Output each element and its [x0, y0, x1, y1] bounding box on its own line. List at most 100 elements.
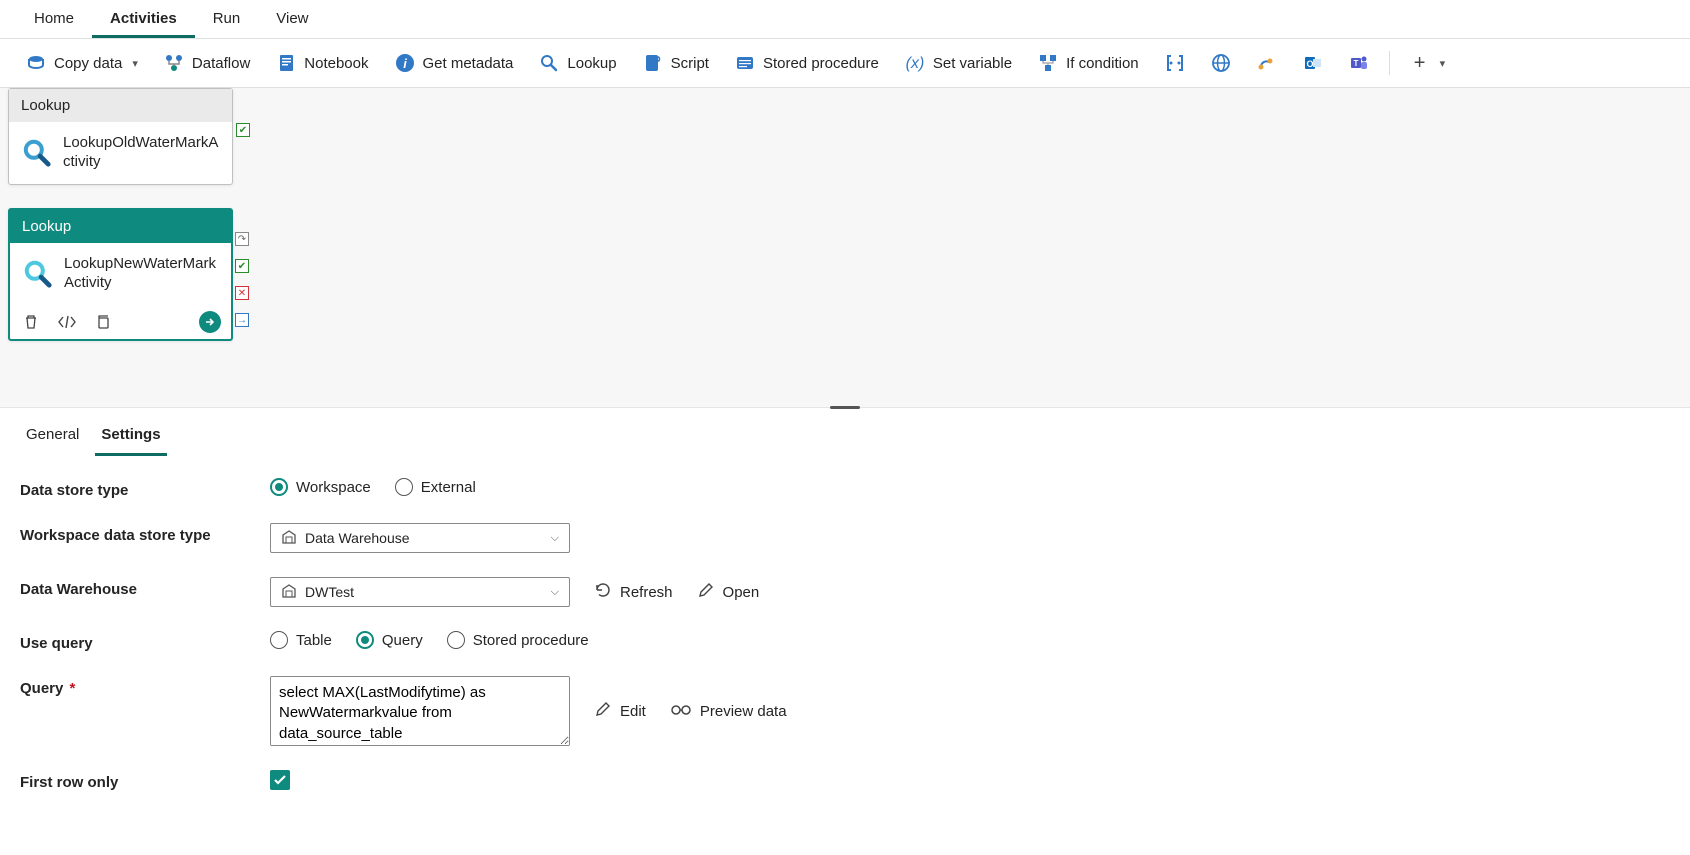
radio-query-label: Query	[382, 632, 423, 649]
notebook-icon	[276, 53, 296, 73]
select-value: DWTest	[305, 584, 354, 600]
script-icon	[643, 53, 663, 73]
svg-text:O: O	[1306, 59, 1313, 69]
code-icon[interactable]	[56, 311, 78, 333]
preview-label: Preview data	[700, 703, 787, 720]
activities-toolbar: Copy data ▾ Dataflow Notebook i Get meta…	[0, 39, 1690, 88]
top-tab-activities[interactable]: Activities	[92, 0, 195, 38]
dataflow-label: Dataflow	[192, 55, 250, 72]
tool-extra-3[interactable]	[1247, 47, 1287, 79]
add-activity-button[interactable]: + ▾	[1400, 47, 1456, 79]
lookup-button[interactable]: Lookup	[529, 47, 626, 79]
lookup-icon	[22, 258, 54, 290]
dataflow-button[interactable]: Dataflow	[154, 47, 260, 79]
tool-extra-2[interactable]	[1201, 47, 1241, 79]
edit-button[interactable]: Edit	[594, 700, 646, 722]
refresh-icon	[594, 581, 612, 603]
radio-table-label: Table	[296, 632, 332, 649]
if-condition-button[interactable]: If condition	[1028, 47, 1149, 79]
get-metadata-button[interactable]: i Get metadata	[385, 47, 524, 79]
top-tab-bar: Home Activities Run View	[0, 0, 1690, 39]
settings-form: Data store type Workspace External Works…	[0, 456, 1690, 855]
copy-icon[interactable]	[92, 311, 114, 333]
handle-success[interactable]: ✔	[235, 259, 249, 273]
pencil-icon	[697, 581, 715, 603]
tool-extra-4[interactable]: O	[1293, 47, 1333, 79]
script-button[interactable]: Script	[633, 47, 719, 79]
globe-icon	[1211, 53, 1231, 73]
chevron-down-icon: ⌵	[551, 586, 559, 599]
stored-procedure-button[interactable]: Stored procedure	[725, 47, 889, 79]
handle-completion[interactable]: →	[235, 313, 249, 327]
delete-icon[interactable]	[20, 311, 42, 333]
get-metadata-label: Get metadata	[423, 55, 514, 72]
top-tab-run[interactable]: Run	[195, 0, 259, 38]
label-data-store-type: Data store type	[20, 478, 270, 499]
chevron-down-icon: ▾	[1440, 57, 1446, 70]
activity-name: LookupOldWaterMarkActivity	[63, 134, 220, 172]
radio-sp-label: Stored procedure	[473, 632, 589, 649]
copy-data-icon	[26, 53, 46, 73]
pipeline-canvas[interactable]: Lookup LookupOldWaterMarkActivity ✔ Look…	[0, 88, 1690, 408]
label-query: Query *	[20, 676, 270, 697]
glasses-icon	[670, 702, 692, 720]
activity-lookup-old[interactable]: Lookup LookupOldWaterMarkActivity ✔	[8, 88, 233, 185]
open-label: Open	[723, 584, 760, 601]
top-tab-view[interactable]: View	[258, 0, 326, 38]
lookup-label: Lookup	[567, 55, 616, 72]
radio-external[interactable]: External	[395, 478, 476, 496]
run-icon[interactable]	[199, 311, 221, 333]
preview-data-button[interactable]: Preview data	[670, 702, 787, 720]
checkbox-first-row-only[interactable]	[270, 770, 290, 790]
if-condition-icon	[1038, 53, 1058, 73]
detail-tab-bar: General Settings	[0, 408, 1690, 456]
tool-extra-1[interactable]	[1155, 47, 1195, 79]
toolbar-divider	[1389, 51, 1390, 75]
handle-skip[interactable]: ↷	[235, 232, 249, 246]
label-use-query: Use query	[20, 631, 270, 652]
detail-tab-general[interactable]: General	[20, 420, 85, 456]
copy-data-label: Copy data	[54, 55, 122, 72]
set-variable-button[interactable]: (x) Set variable	[895, 47, 1022, 79]
svg-text:(x): (x)	[906, 55, 925, 72]
radio-table[interactable]: Table	[270, 631, 332, 649]
chevron-down-icon: ▾	[132, 57, 138, 70]
query-textarea[interactable]	[270, 676, 570, 746]
notebook-button[interactable]: Notebook	[266, 47, 378, 79]
select-value: Data Warehouse	[305, 530, 410, 546]
variable-icon: (x)	[905, 53, 925, 73]
activity-name: LookupNewWaterMarkActivity	[64, 255, 219, 293]
dataflow-icon	[164, 53, 184, 73]
copy-data-button[interactable]: Copy data ▾	[16, 47, 148, 79]
handle-success[interactable]: ✔	[236, 123, 250, 137]
radio-workspace-label: Workspace	[296, 479, 371, 496]
edit-label: Edit	[620, 703, 646, 720]
refresh-button[interactable]: Refresh	[594, 581, 673, 603]
activity-type-label: Lookup	[10, 210, 231, 243]
panel-resize-handle[interactable]	[830, 406, 860, 409]
select-ws-data-store-type[interactable]: Data Warehouse ⌵	[270, 523, 570, 553]
webhook-icon	[1257, 53, 1277, 73]
if-condition-label: If condition	[1066, 55, 1139, 72]
required-indicator: *	[65, 680, 75, 697]
select-data-warehouse[interactable]: DWTest ⌵	[270, 577, 570, 607]
refresh-label: Refresh	[620, 584, 673, 601]
teams-icon: T	[1349, 53, 1369, 73]
radio-stored-procedure[interactable]: Stored procedure	[447, 631, 589, 649]
detail-tab-settings[interactable]: Settings	[95, 420, 166, 456]
warehouse-icon	[281, 529, 297, 548]
activity-lookup-new[interactable]: Lookup LookupNewWaterMarkActivity	[8, 208, 233, 341]
warehouse-icon	[281, 583, 297, 602]
handle-fail[interactable]: ✕	[235, 286, 249, 300]
radio-workspace[interactable]: Workspace	[270, 478, 371, 496]
tool-extra-5[interactable]: T	[1339, 47, 1379, 79]
open-button[interactable]: Open	[697, 581, 760, 603]
label-data-warehouse: Data Warehouse	[20, 577, 270, 598]
notebook-label: Notebook	[304, 55, 368, 72]
chevron-down-icon: ⌵	[551, 532, 559, 545]
svg-text:T: T	[1353, 59, 1358, 68]
radio-external-label: External	[421, 479, 476, 496]
radio-query[interactable]: Query	[356, 631, 423, 649]
top-tab-home[interactable]: Home	[16, 0, 92, 38]
pencil-icon	[594, 700, 612, 722]
